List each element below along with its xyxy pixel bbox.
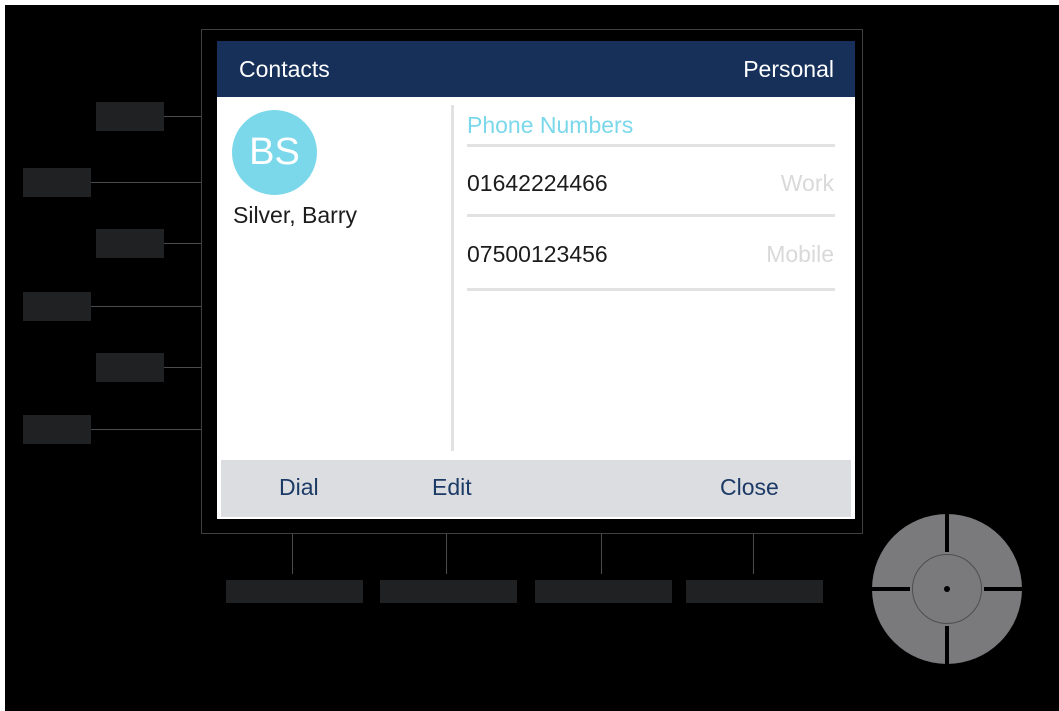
phone-type-mobile: Mobile: [766, 241, 834, 267]
section-title-phone-numbers: Phone Numbers: [467, 112, 634, 138]
divider: [467, 288, 835, 291]
softkey-3[interactable]: [535, 580, 672, 603]
nav-right-marker: [984, 587, 1022, 591]
header-bar: Contacts Personal: [217, 41, 855, 97]
softkey-4-connector: [753, 534, 754, 574]
line-key-1-connector: [164, 116, 201, 117]
nav-down-marker: [945, 626, 949, 664]
line-key-2-connector: [91, 182, 201, 183]
line-key-3-connector: [164, 243, 201, 244]
ok-dot-icon: [944, 586, 950, 592]
softkey-2-connector: [446, 534, 447, 574]
edit-button[interactable]: Edit: [432, 474, 472, 501]
line-key-3[interactable]: [96, 229, 164, 258]
header-mode: Personal: [743, 56, 834, 82]
phone-number-mobile[interactable]: 07500123456: [467, 241, 608, 268]
nav-up-marker: [945, 514, 949, 552]
line-key-2[interactable]: [23, 168, 91, 197]
line-key-5-connector: [164, 367, 201, 368]
dial-button[interactable]: Dial: [279, 474, 319, 501]
phone-frame: Contacts Personal BS Silver, Barry Phone…: [5, 5, 1059, 711]
close-button[interactable]: Close: [720, 474, 779, 501]
phone-number-work[interactable]: 01642224466: [467, 170, 608, 197]
navigation-pad-icon[interactable]: [872, 514, 1022, 664]
divider: [467, 214, 835, 217]
line-key-6[interactable]: [23, 415, 91, 444]
softkey-1[interactable]: [226, 580, 363, 603]
softkey-4[interactable]: [686, 580, 823, 603]
header-title: Contacts: [239, 56, 330, 82]
divider: [467, 144, 835, 147]
screen: Contacts Personal BS Silver, Barry Phone…: [217, 41, 855, 519]
line-key-5[interactable]: [96, 353, 164, 382]
line-key-4-connector: [91, 306, 201, 307]
contact-name: Silver, Barry: [233, 202, 357, 228]
line-key-1[interactable]: [96, 102, 164, 131]
softkey-bar: Dial Edit Close: [221, 460, 851, 517]
line-key-6-connector: [91, 429, 201, 430]
nav-ok-button[interactable]: [912, 554, 982, 624]
softkey-1-connector: [292, 534, 293, 574]
softkey-3-connector: [601, 534, 602, 574]
line-key-4[interactable]: [23, 292, 91, 321]
softkey-2[interactable]: [380, 580, 517, 603]
nav-left-marker: [872, 587, 910, 591]
phone-type-work: Work: [780, 170, 834, 196]
vertical-divider: [451, 105, 454, 451]
avatar: BS: [232, 110, 317, 195]
